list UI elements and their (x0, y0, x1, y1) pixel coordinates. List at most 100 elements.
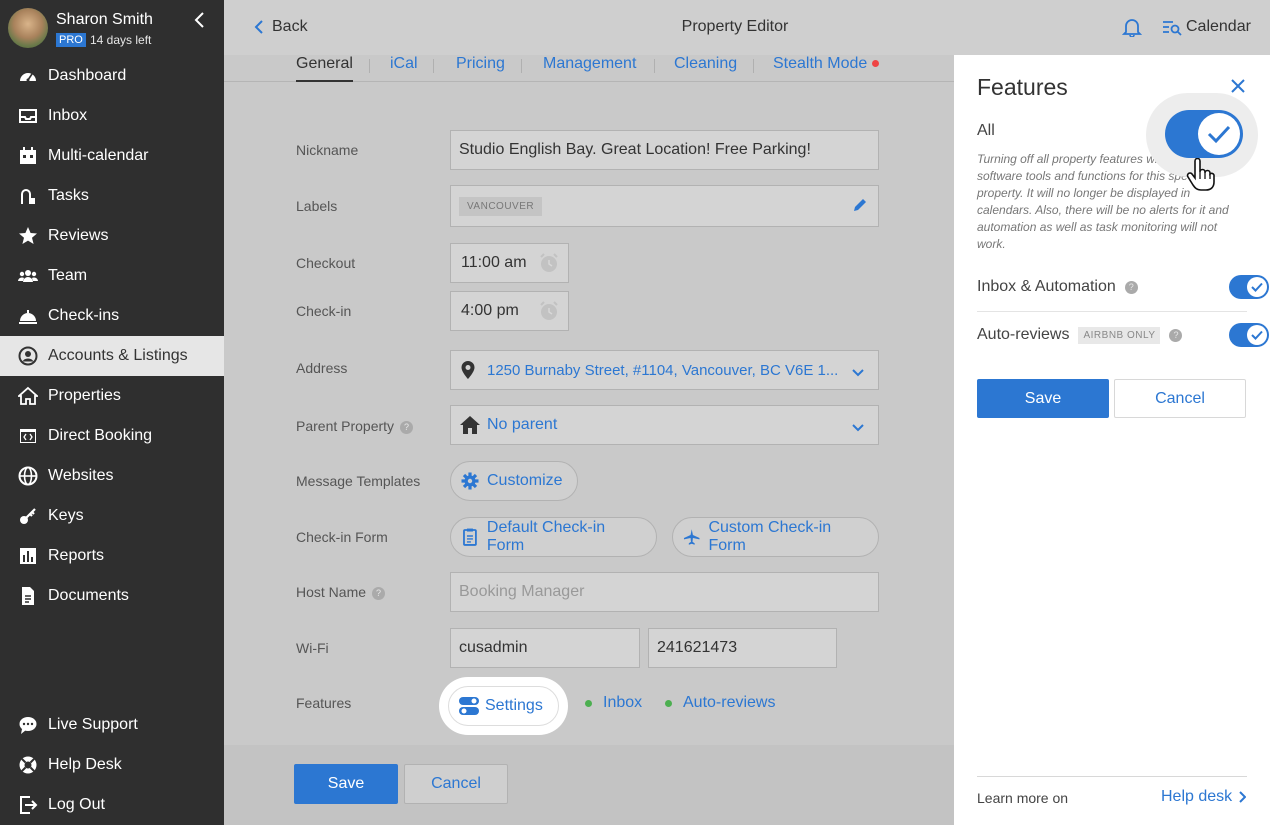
wifi-name-value: cusadmin (459, 639, 528, 656)
checkin-form-label: Check-in Form (296, 529, 388, 545)
sidebar-item-multi-calendar[interactable]: Multi-calendar (0, 136, 224, 176)
home-icon (459, 415, 481, 435)
sidebar-item-inbox[interactable]: Inbox (0, 96, 224, 136)
sidebar-item-label: Inbox (48, 107, 88, 124)
sidebar-item-log-out[interactable]: Log Out (0, 785, 224, 825)
pencil-icon[interactable] (852, 197, 868, 218)
sidebar-item-team[interactable]: Team (0, 256, 224, 296)
auto-reviews-toggle[interactable] (1229, 323, 1269, 347)
sidebar-item-label: Team (48, 267, 88, 284)
all-features-toggle[interactable] (1165, 110, 1243, 158)
feature-auto-reviews-link[interactable]: Auto-reviews (665, 694, 775, 712)
custom-checkin-form-button[interactable]: Custom Check-in Form (672, 517, 879, 557)
sidebar-item-keys[interactable]: Keys (0, 496, 224, 536)
parent-property-select[interactable]: No parent (450, 405, 879, 445)
tab-divider (369, 59, 370, 73)
trial-status: 14 days left (90, 33, 152, 47)
sidebar-item-label: Multi-calendar (48, 147, 149, 164)
customize-button[interactable]: Customize (450, 461, 578, 501)
inbox-automation-toggle[interactable] (1229, 275, 1269, 299)
help-icon[interactable]: ? (1124, 280, 1138, 294)
chevron-down-icon (852, 365, 864, 383)
default-checkin-form-button[interactable]: Default Check-in Form (450, 517, 657, 557)
tab-stealth-mode[interactable]: Stealth Mode (773, 55, 880, 82)
inbox-icon (18, 106, 38, 126)
alarm-clock-icon (538, 300, 560, 327)
all-features-label: All (977, 122, 995, 139)
sidebar-item-check-ins[interactable]: Check-ins (0, 296, 224, 336)
tab-management[interactable]: Management (543, 55, 636, 82)
checkout-time-input[interactable]: 11:00 am (450, 243, 569, 283)
sidebar-item-dashboard[interactable]: Dashboard (0, 56, 224, 96)
sidebar-item-reviews[interactable]: Reviews (0, 216, 224, 256)
wifi-password-input[interactable]: 241621473 (648, 628, 837, 668)
sidebar-item-accounts-listings[interactable]: Accounts & Listings (0, 336, 224, 376)
lifebuoy-icon (18, 755, 38, 775)
plan-badge: PRO (56, 33, 86, 47)
nickname-input[interactable]: Studio English Bay. Great Location! Free… (450, 130, 879, 170)
help-icon[interactable]: ? (1169, 328, 1183, 342)
auto-reviews-row: Auto-reviews AIRBNB ONLY? (977, 311, 1269, 359)
sidebar-item-tasks[interactable]: Tasks (0, 176, 224, 216)
learn-more-text: Learn more on (977, 790, 1069, 806)
customize-label: Customize (487, 472, 563, 489)
parent-property-text: Parent Property (296, 418, 395, 434)
host-name-text: Host Name (296, 584, 367, 600)
chevron-left-icon[interactable] (190, 10, 210, 30)
calendar-button[interactable]: Calendar (1162, 17, 1251, 37)
feature-reviews-label: Auto-reviews (683, 694, 776, 711)
sidebar-item-direct-booking[interactable]: Direct Booking (0, 416, 224, 456)
tab-general[interactable]: General (296, 55, 353, 82)
sidebar-nav: Dashboard Inbox Multi-calendar Tasks Rev… (0, 56, 224, 616)
tab-pricing[interactable]: Pricing (456, 55, 505, 82)
tasks-icon (18, 186, 38, 206)
features-settings-button[interactable]: Settings (448, 686, 559, 726)
tab-divider (654, 59, 655, 73)
sidebar-item-label: Accounts & Listings (48, 347, 188, 364)
help-icon[interactable]: ? (400, 420, 414, 434)
sidebar-item-label: Reviews (48, 227, 109, 244)
label-chip[interactable]: VANCOUVER (459, 196, 543, 216)
sidebar-item-label: Reports (48, 547, 105, 564)
tab-divider (753, 59, 754, 73)
home-icon (18, 386, 38, 406)
parent-property-label: Parent Property? (296, 418, 414, 434)
checkout-label: Checkout (296, 255, 356, 271)
avatar (8, 8, 48, 48)
sidebar-item-documents[interactable]: Documents (0, 576, 224, 616)
wifi-name-input[interactable]: cusadmin (450, 628, 640, 668)
save-button[interactable]: Save (294, 764, 398, 804)
alarm-clock-icon (538, 252, 560, 279)
sidebar-item-label: Check-ins (48, 307, 120, 324)
checkin-time-input[interactable]: 4:00 pm (450, 291, 569, 331)
document-icon (18, 586, 38, 606)
bell-icon[interactable] (1121, 17, 1143, 42)
feature-inbox-link[interactable]: Inbox (585, 694, 642, 712)
globe-icon (18, 466, 38, 486)
address-select[interactable]: 1250 Burnaby Street, #1104, Vancouver, B… (450, 350, 879, 390)
tab-cleaning[interactable]: Cleaning (674, 55, 737, 82)
sidebar-item-websites[interactable]: Websites (0, 456, 224, 496)
help-icon[interactable]: ? (372, 586, 386, 600)
panel-cancel-button[interactable]: Cancel (1114, 379, 1246, 418)
address-label: Address (296, 360, 348, 376)
sidebar-item-label: Log Out (48, 796, 105, 813)
host-name-input[interactable]: Booking Manager (450, 572, 879, 612)
tab-bar: General iCal Pricing Management Cleaning… (224, 55, 954, 82)
sidebar-item-help-desk[interactable]: Help Desk (0, 745, 224, 785)
sidebar-item-reports[interactable]: Reports (0, 536, 224, 576)
status-dot (872, 60, 880, 68)
host-name-placeholder: Booking Manager (459, 583, 585, 600)
sidebar-item-label: Properties (48, 387, 121, 404)
user-profile[interactable]: Sharon Smith PRO 14 days left (8, 8, 218, 50)
help-desk-link[interactable]: Help desk (1161, 788, 1247, 806)
labels-input[interactable]: VANCOUVER (450, 185, 879, 227)
sidebar-item-live-support[interactable]: Live Support (0, 705, 224, 745)
sidebar-item-properties[interactable]: Properties (0, 376, 224, 416)
cancel-button[interactable]: Cancel (404, 764, 508, 804)
tab-ical[interactable]: iCal (390, 55, 418, 82)
panel-save-button[interactable]: Save (977, 379, 1109, 418)
check-icon (1247, 325, 1267, 345)
auto-reviews-label: Auto-reviews (977, 326, 1070, 343)
status-dot (585, 699, 592, 707)
